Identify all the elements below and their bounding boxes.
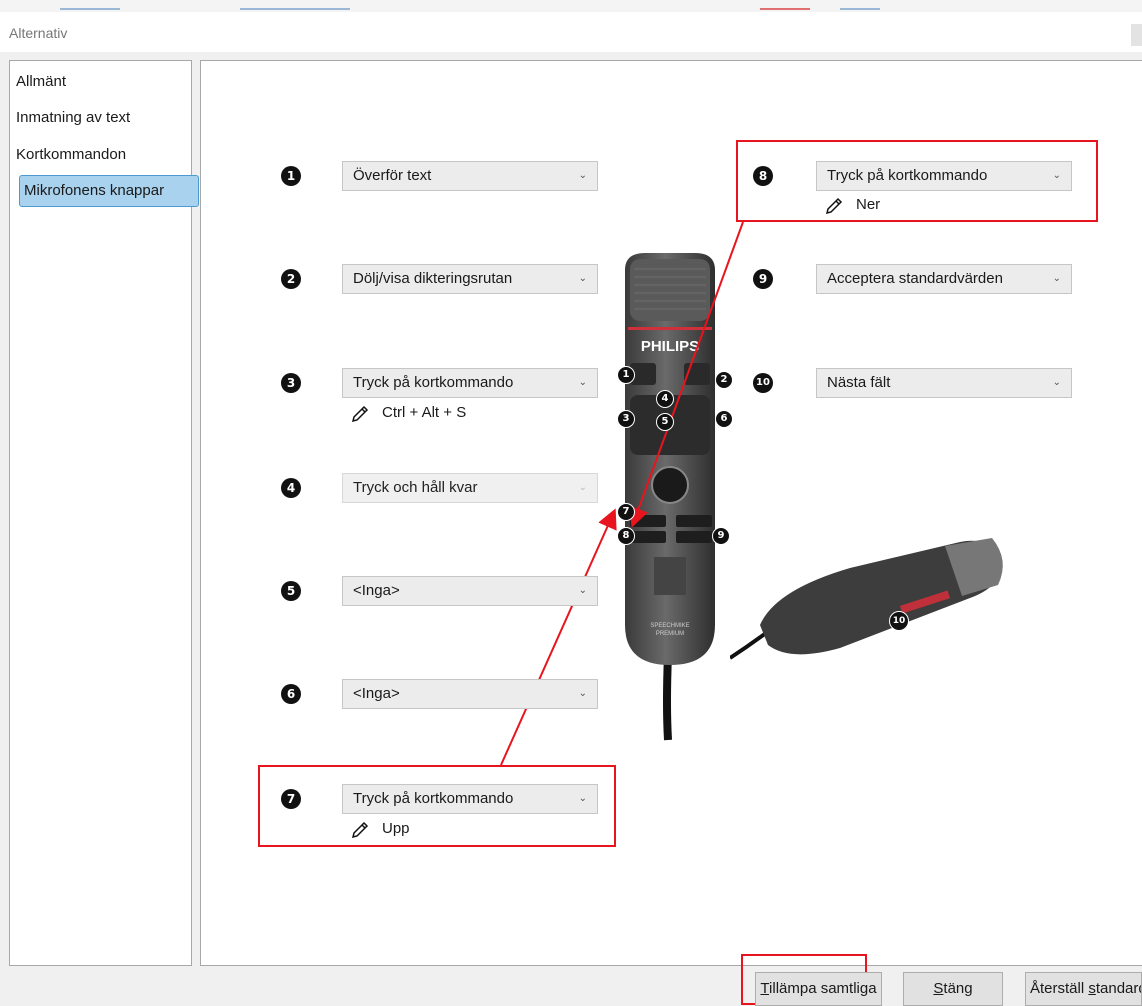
mic-red-stripe <box>628 327 712 330</box>
chevron-down-icon: ⌄ <box>578 793 587 804</box>
mic-brand-label: PHILIPS <box>641 338 699 355</box>
combo-value: Nästa fält <box>827 374 891 391</box>
chevron-down-icon: ⌄ <box>1052 377 1061 388</box>
device-marker-8: 8 <box>617 527 635 545</box>
button-7-shortcut[interactable]: Upp <box>350 820 550 842</box>
button-number-2: 2 <box>281 269 301 289</box>
device-marker-5: 5 <box>656 413 674 431</box>
chevron-down-icon: ⌄ <box>1052 273 1061 284</box>
pencil-icon <box>351 405 369 423</box>
sidebar-item-text-input[interactable]: Inmatning av text <box>10 105 130 131</box>
shortcut-value: Ctrl + Alt + S <box>382 404 467 421</box>
button-3-shortcut[interactable]: Ctrl + Alt + S <box>350 404 550 426</box>
chevron-down-icon: ⌄ <box>578 170 587 181</box>
device-marker-10: 10 <box>889 611 909 631</box>
combo-value: Tryck och håll kvar <box>353 479 478 496</box>
device-marker-1: 1 <box>617 366 635 384</box>
button-5-action-select[interactable]: <Inga> ⌄ <box>342 576 598 606</box>
mic-button-8 <box>630 531 666 543</box>
apply-all-button[interactable]: Tillämpa samtliga <box>755 972 882 1006</box>
device-marker-7: 7 <box>617 503 635 521</box>
accel-key: T <box>760 980 770 997</box>
sidebar-item-label: Allmänt <box>16 73 67 90</box>
sidebar-item-microphone-buttons[interactable]: Mikrofonens knappar <box>19 175 199 207</box>
chevron-down-icon: ⌄ <box>578 377 587 388</box>
button-number-6: 6 <box>281 684 301 704</box>
sidebar-item-shortcuts[interactable]: Kortkommandon <box>10 142 126 168</box>
device-marker-3: 3 <box>617 410 635 428</box>
title-bar: Alternativ <box>0 12 1142 52</box>
speechmike-side-illustration <box>730 538 1003 660</box>
button-number-9: 9 <box>753 269 773 289</box>
chevron-down-icon: ⌄ <box>578 585 587 596</box>
mic-cable <box>663 654 672 741</box>
button-2-action-select[interactable]: Dölj/visa dikteringsrutan ⌄ <box>342 264 598 294</box>
top-strip <box>0 0 1142 12</box>
shortcut-value: Ner <box>856 196 881 213</box>
device-marker-2: 2 <box>715 371 733 389</box>
button-6-action-select[interactable]: <Inga> ⌄ <box>342 679 598 709</box>
combo-value: Tryck på kortkommando <box>827 167 988 184</box>
device-marker-6: 6 <box>715 410 733 428</box>
pencil-icon <box>825 197 843 215</box>
window-control-button[interactable] <box>1131 24 1142 46</box>
button-8-shortcut[interactable]: Ner <box>824 196 1024 218</box>
reset-defaults-button[interactable]: Återställ standard <box>1025 972 1142 1006</box>
pencil-icon <box>351 821 369 839</box>
mic-button-2 <box>684 363 710 385</box>
chevron-down-icon: ⌄ <box>1052 170 1061 181</box>
combo-value: Dölj/visa dikteringsrutan <box>353 270 513 287</box>
mic-trackball <box>651 466 689 504</box>
button-1-action-select[interactable]: Överför text ⌄ <box>342 161 598 191</box>
device-marker-4: 4 <box>656 390 674 408</box>
button-number-4: 4 <box>281 478 301 498</box>
button-label: Återställ <box>1030 980 1089 997</box>
close-button[interactable]: Stäng <box>903 972 1003 1006</box>
mic-model-label-line2: PREMIUM <box>656 631 684 637</box>
mic-button-7 <box>630 515 666 527</box>
button-label: illämpa samtliga <box>769 980 877 997</box>
chevron-down-icon: ⌄ <box>578 273 587 284</box>
speechmike-illustration: PHILIPS SPEECHMIKE PREMIUM <box>625 253 715 741</box>
combo-value: Tryck på kortkommando <box>353 374 514 391</box>
sidebar-item-label: Mikrofonens knappar <box>24 182 165 199</box>
button-label: täng <box>943 980 973 997</box>
sidebar-item-label: Inmatning av text <box>16 109 131 126</box>
window-title: Alternativ <box>9 25 68 41</box>
button-number-3: 3 <box>281 373 301 393</box>
sidebar-item-label: Kortkommandon <box>16 146 127 163</box>
button-7-action-select[interactable]: Tryck på kortkommando ⌄ <box>342 784 598 814</box>
button-number-10: 10 <box>753 373 773 393</box>
mic-grille <box>630 259 710 321</box>
button-number-5: 5 <box>281 581 301 601</box>
accel-key: s <box>1088 980 1096 997</box>
chevron-down-icon: ⌄ <box>578 688 587 699</box>
combo-value: <Inga> <box>353 685 400 702</box>
device-marker-9: 9 <box>712 527 730 545</box>
mic-button-f3 <box>676 515 712 527</box>
mic-speaker-grille <box>654 557 686 595</box>
combo-value: Tryck på kortkommando <box>353 790 514 807</box>
button-4-action-select[interactable]: Tryck och håll kvar ⌄ <box>342 473 598 503</box>
button-number-8: 8 <box>753 166 773 186</box>
button-9-action-select[interactable]: Acceptera standardvärden ⌄ <box>816 264 1072 294</box>
combo-value: Acceptera standardvärden <box>827 270 1003 287</box>
button-3-action-select[interactable]: Tryck på kortkommando ⌄ <box>342 368 598 398</box>
sidebar-item-general[interactable]: Allmänt <box>10 69 66 95</box>
accel-key: S <box>933 980 944 997</box>
shortcut-value: Upp <box>382 820 410 837</box>
mic-model-label-line1: SPEECHMIKE <box>650 623 689 629</box>
button-label-rest: tandard <box>1095 980 1142 997</box>
sidebar: Allmänt Inmatning av text Kortkommandon … <box>9 60 199 966</box>
button-number-1: 1 <box>281 166 301 186</box>
button-10-action-select[interactable]: Nästa fält ⌄ <box>816 368 1072 398</box>
mic-button-9 <box>676 531 712 543</box>
combo-value: Överför text <box>353 167 432 184</box>
button-8-action-select[interactable]: Tryck på kortkommando ⌄ <box>816 161 1072 191</box>
combo-value: <Inga> <box>353 582 400 599</box>
chevron-down-icon: ⌄ <box>578 482 587 493</box>
button-number-7: 7 <box>281 789 301 809</box>
